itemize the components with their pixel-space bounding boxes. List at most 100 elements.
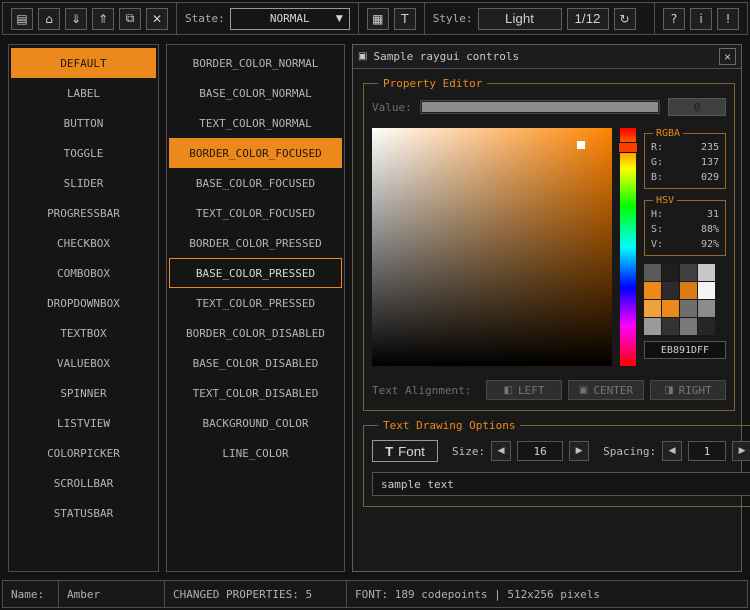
color-swatch[interactable] [662, 318, 679, 335]
color-swatch[interactable] [698, 318, 715, 335]
align-left-button[interactable]: ◧ LEFT [486, 380, 562, 400]
close-window-button[interactable]: × [719, 48, 736, 65]
open-file-icon: ⌂ [45, 12, 53, 26]
control-item-valuebox[interactable]: VALUEBOX [11, 348, 156, 378]
channel-label: H: [651, 207, 663, 222]
property-item[interactable]: LINE_COLOR [169, 438, 342, 468]
help-button[interactable]: ? [663, 8, 685, 30]
style-page-button[interactable]: 1/12 [567, 8, 609, 30]
color-swatch[interactable] [644, 318, 661, 335]
control-item-combobox[interactable]: COMBOBOX [11, 258, 156, 288]
color-swatch[interactable] [680, 318, 697, 335]
duplicate-style-icon: ⧉ [126, 11, 135, 26]
property-item[interactable]: BORDER_COLOR_DISABLED [169, 318, 342, 348]
control-item-slider[interactable]: SLIDER [11, 168, 156, 198]
control-item-statusbar[interactable]: STATUSBAR [11, 498, 156, 528]
font-settings-row: T Font Size: ◀ 16 ▶ Spacing: ◀ 1 ▶ [372, 440, 750, 462]
property-item[interactable]: BASE_COLOR_NORMAL [169, 78, 342, 108]
color-swatch[interactable] [680, 282, 697, 299]
hue-bar[interactable] [620, 128, 636, 366]
property-item[interactable]: BASE_COLOR_FOCUSED [169, 168, 342, 198]
window-titlebar[interactable]: ▣ Sample raygui controls × [353, 45, 741, 69]
property-item[interactable]: TEXT_COLOR_DISABLED [169, 378, 342, 408]
color-picker-panel[interactable] [372, 128, 612, 366]
open-file-button[interactable]: ⌂ [38, 8, 60, 30]
save-file-button[interactable]: ⇓ [65, 8, 87, 30]
spacing-value-box[interactable]: 1 [688, 441, 726, 461]
color-picker-cursor[interactable] [577, 141, 585, 149]
property-item[interactable]: BACKGROUND_COLOR [169, 408, 342, 438]
value-row: Value: 0 [372, 98, 726, 116]
color-swatch[interactable] [680, 264, 697, 281]
color-swatch[interactable] [644, 300, 661, 317]
value-box[interactable]: 0 [668, 98, 726, 116]
text-icon: T [401, 12, 408, 26]
grid-view-button[interactable]: ▦ [367, 8, 389, 30]
control-item-default[interactable]: DEFAULT [11, 48, 156, 78]
property-item[interactable]: TEXT_COLOR_NORMAL [169, 108, 342, 138]
control-item-checkbox[interactable]: CHECKBOX [11, 228, 156, 258]
control-item-progressbar[interactable]: PROGRESSBAR [11, 198, 156, 228]
color-swatch[interactable] [662, 282, 679, 299]
align-left-label: LEFT [518, 384, 545, 397]
state-dropdown[interactable]: NORMAL ▼ [230, 8, 350, 30]
report-issue-button[interactable]: ! [717, 8, 739, 30]
property-item[interactable]: BASE_COLOR_DISABLED [169, 348, 342, 378]
control-item-listview[interactable]: LISTVIEW [11, 408, 156, 438]
sample-text-input[interactable]: sample text [372, 472, 750, 496]
statusbar: Name: Amber CHANGED PROPERTIES: 5 FONT: … [2, 580, 748, 608]
duplicate-style-button[interactable]: ⧉ [119, 8, 141, 30]
hue-selector[interactable] [618, 142, 638, 153]
text-drawing-options-group: Text Drawing Options T Font Size: ◀ 16 ▶… [363, 419, 750, 507]
status-changed-properties: CHANGED PROPERTIES: 5 [165, 581, 347, 607]
color-swatch[interactable] [662, 264, 679, 281]
property-item-selected[interactable]: BASE_COLOR_PRESSED [169, 258, 342, 288]
color-swatch[interactable] [680, 300, 697, 317]
value-slider[interactable] [420, 100, 660, 114]
control-item-spinner[interactable]: SPINNER [11, 378, 156, 408]
property-editor-title: Property Editor [378, 77, 487, 90]
color-swatch[interactable] [644, 264, 661, 281]
color-swatch[interactable] [662, 300, 679, 317]
hsv-group: HSV H:31 S:88% V:92% [644, 195, 726, 256]
align-right-button[interactable]: ◨ RIGHT [650, 380, 726, 400]
color-swatch[interactable] [698, 300, 715, 317]
color-swatch[interactable] [698, 264, 715, 281]
export-file-button[interactable]: ⇑ [92, 8, 114, 30]
control-item-dropdownbox[interactable]: DROPDOWNBOX [11, 288, 156, 318]
text-view-button[interactable]: T [394, 8, 416, 30]
chevron-left-icon: ◀ [498, 446, 505, 456]
reload-style-button[interactable]: ↻ [614, 8, 636, 30]
property-item[interactable]: BORDER_COLOR_PRESSED [169, 228, 342, 258]
align-center-button[interactable]: ▣ CENTER [568, 380, 644, 400]
hex-color-input[interactable]: EB891DFF [644, 341, 726, 359]
info-button[interactable]: i [690, 8, 712, 30]
control-item-button[interactable]: BUTTON [11, 108, 156, 138]
property-item[interactable]: TEXT_COLOR_PRESSED [169, 288, 342, 318]
align-right-icon: ◨ [664, 385, 673, 396]
view-button-group: ▦ T [359, 3, 424, 34]
font-button[interactable]: T Font [372, 440, 438, 462]
property-item[interactable]: TEXT_COLOR_FOCUSED [169, 198, 342, 228]
property-item[interactable]: BORDER_COLOR_NORMAL [169, 48, 342, 78]
new-file-button[interactable]: ▤ [11, 8, 33, 30]
color-swatch[interactable] [644, 282, 661, 299]
property-item-focused[interactable]: BORDER_COLOR_FOCUSED [169, 138, 342, 168]
control-item-scrollbar[interactable]: SCROLLBAR [11, 468, 156, 498]
control-item-toggle[interactable]: TOGGLE [11, 138, 156, 168]
random-style-button[interactable]: ✕ [146, 8, 168, 30]
size-value-box[interactable]: 16 [517, 441, 563, 461]
style-name-button[interactable]: Light [478, 8, 562, 30]
color-swatch[interactable] [698, 282, 715, 299]
grid-icon: ▦ [372, 12, 383, 26]
control-item-textbox[interactable]: TEXTBOX [11, 318, 156, 348]
control-item-colorpicker[interactable]: COLORPICKER [11, 438, 156, 468]
property-editor-group: Property Editor Value: 0 RGBA [363, 77, 735, 411]
spacing-increase-button[interactable]: ▶ [732, 441, 750, 461]
size-label: Size: [452, 445, 485, 458]
control-item-label[interactable]: LABEL [11, 78, 156, 108]
spacing-decrease-button[interactable]: ◀ [662, 441, 682, 461]
size-increase-button[interactable]: ▶ [569, 441, 589, 461]
size-decrease-button[interactable]: ◀ [491, 441, 511, 461]
reload-icon: ↻ [619, 12, 629, 26]
